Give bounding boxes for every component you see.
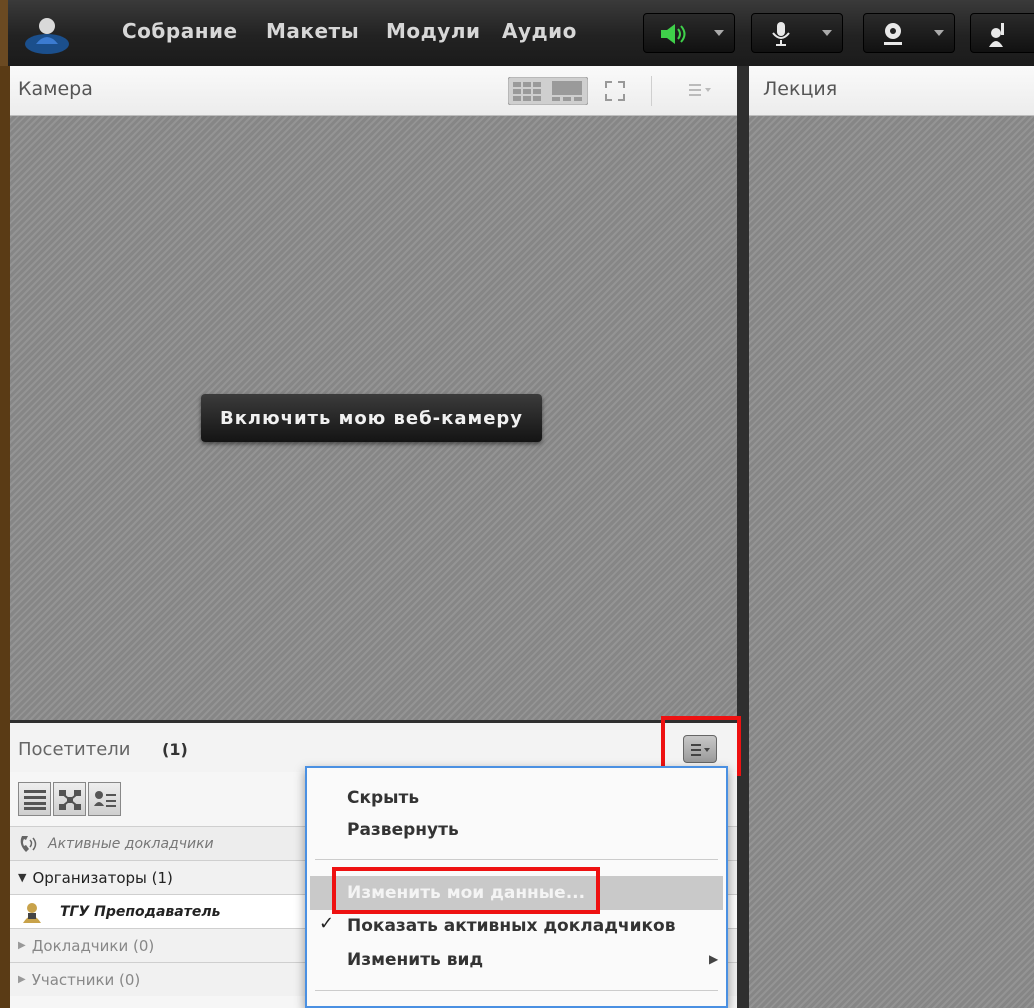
host-user-icon [23,902,41,923]
menu-item-change-view[interactable]: Изменить вид [347,950,483,970]
menu-separator [315,859,718,860]
phone-speaker-icon [20,835,37,852]
microphone-dropdown-icon [822,30,832,36]
group-label-hosts: Организаторы (1) [32,868,173,887]
header-divider [651,76,652,106]
pod-divider[interactable] [737,66,749,1008]
menu-separator [315,990,718,991]
speaker-button[interactable] [643,13,735,53]
app-logo-icon[interactable] [22,10,72,56]
collapsed-arrow-icon[interactable]: ▶ [18,974,26,985]
window-left-border [0,66,10,1008]
view-mode-buttons [18,782,123,816]
menu-item-hide[interactable]: Скрыть [347,788,419,808]
pod-options-menu-icon[interactable] [689,83,713,97]
microphone-icon [772,22,790,46]
annotation-highlight-edit-info [332,867,600,914]
raise-hand-icon [989,23,1004,47]
list-view-icon [24,790,46,810]
group-label-presenters: Докладчики (0) [31,936,155,955]
menu-meeting[interactable]: Собрание [122,19,238,43]
lecture-pod-header: Лекция [749,66,1034,116]
raise-hand-button[interactable] [970,13,1034,53]
submenu-arrow-icon: ▶ [709,952,719,966]
camera-pod-header: Камера [10,66,737,116]
lecture-pod-title: Лекция [763,78,838,100]
lecture-content-area [749,116,1034,1008]
webcam-icon [884,23,902,45]
webcam-dropdown-icon [934,30,944,36]
group-label-participants: Участники (0) [31,970,141,989]
breakout-view-button[interactable] [53,782,86,816]
attendee-name: ТГУ Преподаватель [60,903,221,920]
microphone-button[interactable] [751,13,843,53]
status-view-button[interactable] [88,782,121,816]
active-speakers-label: Активные докладчики [48,835,214,852]
attendees-pod-title: Посетители [18,739,131,760]
grid-layout-icon[interactable] [508,77,588,105]
status-view-icon [94,791,116,807]
menu-layouts[interactable]: Макеты [266,19,359,43]
speaker-icon [661,24,686,44]
menu-pods[interactable]: Модули [386,19,481,43]
fullscreen-icon[interactable] [604,80,626,102]
collapsed-arrow-icon[interactable]: ▶ [18,940,26,951]
speaker-dropdown-icon [714,30,724,36]
attendees-count: (1) [162,740,188,759]
start-webcam-button[interactable]: Включить мою веб-камеру [201,394,542,442]
top-menu-bar: Собрание Макеты Модули Аудио [0,0,1034,66]
expanded-arrow-icon[interactable]: ▼ [18,871,26,884]
menu-item-maximize[interactable]: Развернуть [347,820,459,840]
menu-item-show-active-speakers[interactable]: Показать активных докладчиков [347,916,675,936]
camera-pod-title: Камера [18,78,93,100]
attendees-pod-header: Посетители (1) [10,720,737,772]
webcam-toolbar-button[interactable] [863,13,955,53]
list-view-button[interactable] [18,782,51,816]
checkmark-icon: ✓ [319,913,335,934]
breakout-view-icon [59,790,81,810]
menu-audio[interactable]: Аудио [502,19,577,43]
